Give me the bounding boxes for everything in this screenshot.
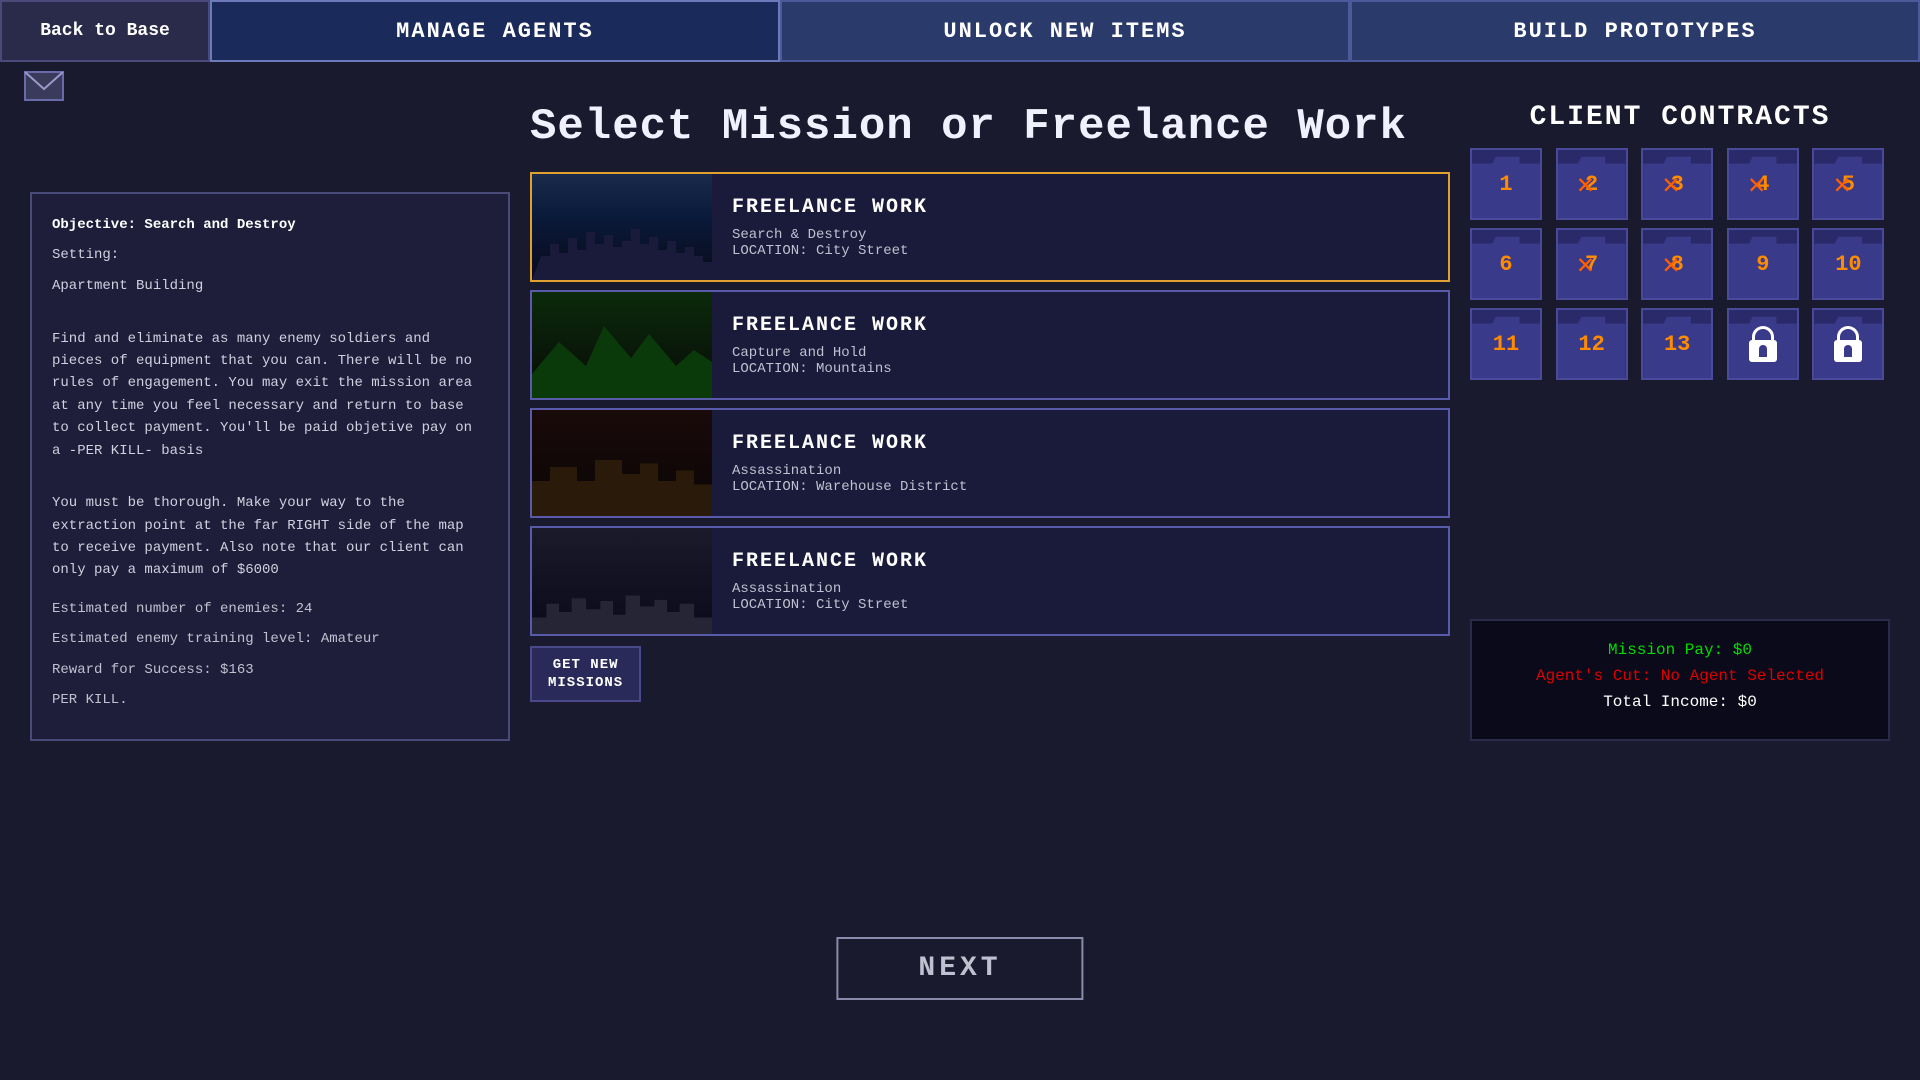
mission-item-2[interactable]: FREELANCE WORK Capture and HoldLOCATION: … (530, 290, 1450, 400)
contract-item-1[interactable]: 1 (1470, 148, 1542, 220)
get-new-missions-button[interactable]: GET NEWMISSIONS (530, 646, 641, 702)
lock-shackle (1837, 326, 1859, 340)
mission-pay: Mission Pay: $0 (1492, 641, 1868, 659)
contract-item-15 (1812, 308, 1884, 380)
contract-item-9[interactable]: 9 (1727, 228, 1799, 300)
manage-agents-button[interactable]: MANAGE AGENTS (210, 0, 780, 62)
lock-keyhole (1759, 345, 1767, 357)
lock-body (1749, 340, 1777, 362)
back-to-base-button[interactable]: Back to Base (0, 0, 210, 62)
income-panel: Mission Pay: $0 Agent's Cut: No Agent Se… (1470, 619, 1890, 741)
mission-location-label: LOCATION: City Street (732, 597, 928, 613)
contract-number: 11 (1493, 332, 1519, 357)
mission-list: FREELANCE WORKSearch & DestroyLOCATION: … (530, 172, 1450, 636)
mission-subtype-label: Assassination (732, 463, 967, 479)
contract-number: 9 (1756, 252, 1769, 277)
mission-type-label: FREELANCE WORK (732, 196, 928, 219)
contract-item-2[interactable]: 2 (1556, 148, 1628, 220)
objective-line: Objective: Search and Destroy (52, 214, 488, 236)
mission-subtype-label: Assassination (732, 581, 928, 597)
next-button[interactable]: NEXT (836, 937, 1083, 1000)
mission-type-label: FREELANCE WORK (732, 550, 928, 573)
section-title: Select Mission or Freelance Work (530, 102, 1450, 152)
lock-body (1834, 340, 1862, 362)
lock-keyhole (1844, 345, 1852, 357)
enemies-count: Estimated number of enemies: 24 (52, 598, 488, 620)
contract-number: 5 (1842, 172, 1855, 197)
contract-item-12[interactable]: 12 (1556, 308, 1628, 380)
contract-number: 8 (1671, 252, 1684, 277)
contract-number: 1 (1499, 172, 1512, 197)
mission-location-label: LOCATION: City Street (732, 243, 928, 259)
contract-number: 12 (1578, 332, 1604, 357)
setting-value: Apartment Building (52, 275, 488, 297)
contract-item-14 (1727, 308, 1799, 380)
mission-location-label: LOCATION: Mountains (732, 361, 928, 377)
lock-icon (1834, 326, 1862, 362)
lock-shackle (1752, 326, 1774, 340)
mission-subtype-label: Capture and Hold (732, 345, 928, 361)
next-button-area: NEXT (836, 937, 1083, 1000)
mission-preview-1 (532, 174, 712, 280)
contract-item-13[interactable]: 13 (1641, 308, 1713, 380)
mail-icon[interactable] (20, 68, 68, 104)
lock-icon (1749, 326, 1777, 362)
mission-location-label: LOCATION: Warehouse District (732, 479, 967, 495)
mission-item-4[interactable]: FREELANCE WORK AssassinationLOCATION: Cit… (530, 526, 1450, 636)
contract-item-3[interactable]: 3 (1641, 148, 1713, 220)
main-content: Objective: Search and Destroy Setting: A… (0, 72, 1920, 761)
contract-item-7[interactable]: 7 (1556, 228, 1628, 300)
top-nav: Back to Base MANAGE AGENTS UNLOCK NEW IT… (0, 0, 1920, 62)
client-contracts-title: CLIENT CONTRACTS (1470, 102, 1890, 133)
contract-item-5[interactable]: 5 (1812, 148, 1884, 220)
mission-type-label: FREELANCE WORK (732, 314, 928, 337)
agent-cut: Agent's Cut: No Agent Selected (1492, 667, 1868, 685)
mission-item-3[interactable]: FREELANCE WORK AssassinationLOCATION: War… (530, 408, 1450, 518)
contract-number: 13 (1664, 332, 1690, 357)
contract-item-6[interactable]: 6 (1470, 228, 1542, 300)
contract-number: 10 (1835, 252, 1861, 277)
contract-item-4[interactable]: 4 (1727, 148, 1799, 220)
mission-body-1: Find and eliminate as many enemy soldier… (52, 328, 488, 462)
contract-number: 2 (1585, 172, 1598, 197)
training-level: Estimated enemy training level: Amateur (52, 628, 488, 650)
mission-subtype-label: Search & Destroy (732, 227, 928, 243)
contract-item-8[interactable]: 8 (1641, 228, 1713, 300)
total-income: Total Income: $0 (1492, 693, 1868, 711)
contract-item-10[interactable]: 10 (1812, 228, 1884, 300)
right-panel: CLIENT CONTRACTS 12345678910111213 Missi… (1470, 92, 1890, 741)
mission-description-panel: Objective: Search and Destroy Setting: A… (30, 192, 510, 741)
mail-area (20, 68, 68, 104)
mission-body-2: You must be thorough. Make your way to t… (52, 492, 488, 582)
contracts-grid: 12345678910111213 (1470, 148, 1890, 380)
contract-number: 4 (1756, 172, 1769, 197)
mission-item-1[interactable]: FREELANCE WORK Search & DestroyLOCATION: … (530, 172, 1450, 282)
mission-preview-2 (532, 292, 712, 398)
contract-item-11[interactable]: 11 (1470, 308, 1542, 380)
reward-label: Reward for Success: $163 (52, 659, 488, 681)
contract-number: 7 (1585, 252, 1598, 277)
mission-type-label: FREELANCE WORK (732, 432, 967, 455)
build-prototypes-button[interactable]: BUILD PROTOTYPES (1350, 0, 1920, 62)
mission-preview-4 (532, 528, 712, 634)
contract-number: 3 (1671, 172, 1684, 197)
per-kill-label: PER KILL. (52, 689, 488, 711)
setting-label: Setting: (52, 244, 488, 266)
mission-preview-3 (532, 410, 712, 516)
unlock-items-button[interactable]: UNLOCK NEW ITEMS (780, 0, 1350, 62)
center-panel: Select Mission or Freelance Work FREELAN… (530, 92, 1450, 741)
contract-number: 6 (1499, 252, 1512, 277)
